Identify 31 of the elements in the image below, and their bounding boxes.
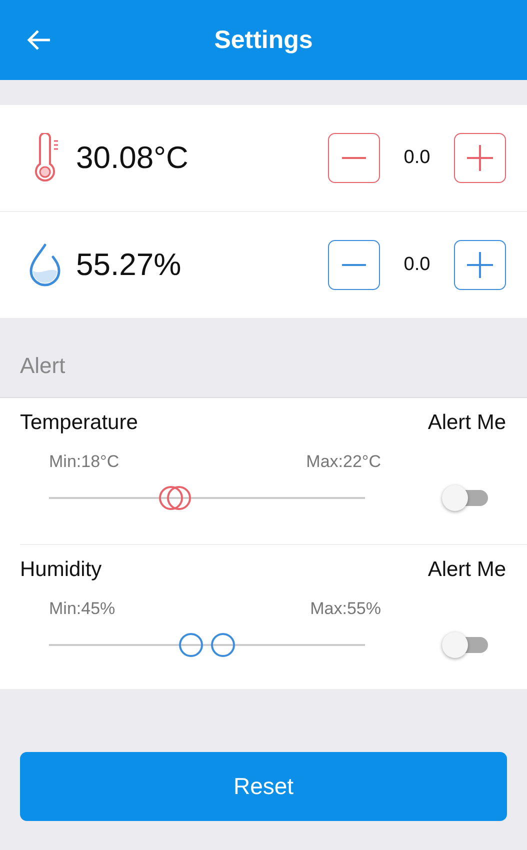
alert-toggle[interactable] [442, 484, 490, 512]
minus-icon [342, 156, 366, 160]
max-label: Max:22°C [306, 452, 381, 472]
toggle-label: Alert Me [428, 558, 506, 582]
alert-name: Temperature [20, 411, 138, 435]
minus-icon [342, 263, 366, 267]
toggle-label: Alert Me [428, 411, 506, 435]
offset-value: 0.0 [402, 254, 432, 276]
plus-icon [467, 145, 493, 171]
max-label: Max:55% [310, 599, 381, 619]
screen-title: Settings [214, 26, 313, 54]
section-title: Alert [20, 353, 66, 379]
plus-icon [467, 252, 493, 278]
slider-thumb[interactable] [210, 633, 235, 657]
back-arrow-icon[interactable] [26, 28, 52, 52]
plus-button[interactable] [454, 133, 506, 183]
plus-button[interactable] [454, 240, 506, 290]
reset-button[interactable]: Reset [20, 752, 507, 821]
min-label: Min:18°C [49, 452, 120, 472]
offset-value: 0.0 [402, 147, 432, 169]
slider-thumb[interactable] [166, 486, 191, 510]
alert-name: Humidity [20, 558, 102, 582]
min-label: Min:45% [49, 599, 116, 619]
sensor-reading: 55.27% [76, 247, 182, 283]
sensor-reading: 30.08°C [76, 140, 190, 176]
slider-thumb[interactable] [158, 486, 183, 510]
water-drop-icon [28, 243, 62, 287]
alert-toggle[interactable] [442, 631, 490, 659]
slider-thumb[interactable] [179, 633, 204, 657]
minus-button[interactable] [328, 133, 380, 183]
minus-button[interactable] [328, 240, 380, 290]
